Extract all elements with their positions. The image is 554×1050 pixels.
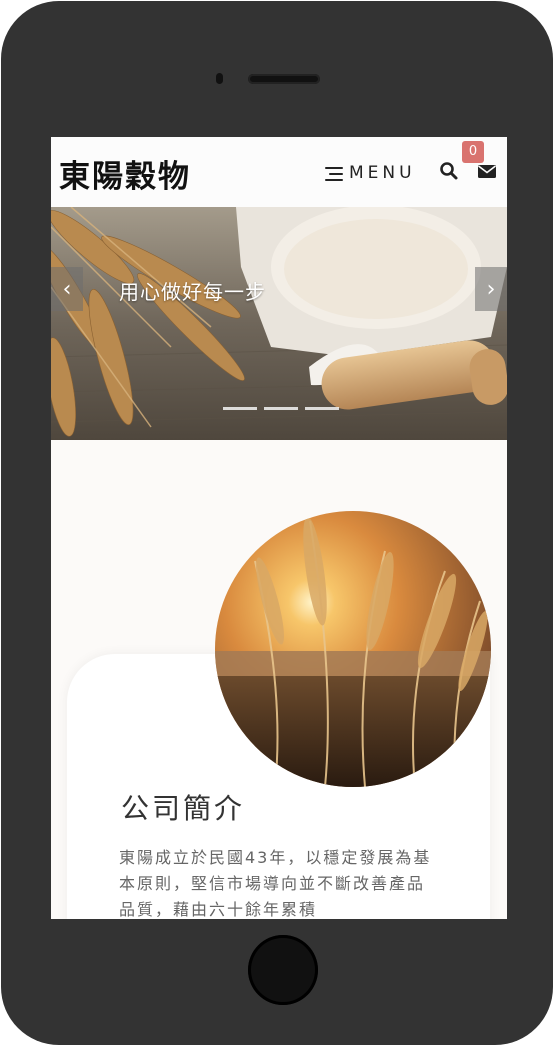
slide-indicator[interactable] (223, 407, 257, 410)
hero-image (51, 207, 507, 440)
mail-icon[interactable] (476, 161, 498, 181)
menu-button[interactable]: MENU (323, 161, 416, 185)
site-header: 東陽穀物 MENU 0 (51, 137, 507, 207)
speaker-grille (248, 74, 320, 84)
camera-icon (216, 73, 223, 84)
screen: 東陽穀物 MENU 0 用心做好每一步 ‹ › 公司簡介 東陽成立於民國43年，… (51, 137, 507, 919)
next-slide-button[interactable]: › (475, 267, 507, 311)
slide-indicator[interactable] (305, 407, 339, 410)
hero-slider[interactable]: 用心做好每一步 ‹ › (51, 207, 507, 440)
site-logo[interactable]: 東陽穀物 (59, 151, 191, 196)
search-icon[interactable] (439, 161, 459, 181)
cart-count-badge: 0 (462, 141, 484, 163)
home-button[interactable] (248, 935, 318, 1005)
slide-indicators (223, 407, 339, 410)
about-image (215, 511, 491, 787)
prev-slide-button[interactable]: ‹ (51, 267, 83, 311)
about-title: 公司簡介 (121, 792, 246, 825)
slide-indicator[interactable] (264, 407, 298, 410)
menu-label: MENU (349, 163, 416, 183)
about-text: 東陽成立於民國43年，以穩定發展為基本原則，堅信市場導向並不斷改善產品品質，藉由… (119, 848, 432, 919)
hero-caption: 用心做好每一步 (119, 280, 266, 304)
chevron-left-icon: ‹ (62, 276, 72, 302)
menu-icon (323, 164, 345, 182)
chevron-right-icon: › (486, 276, 496, 302)
